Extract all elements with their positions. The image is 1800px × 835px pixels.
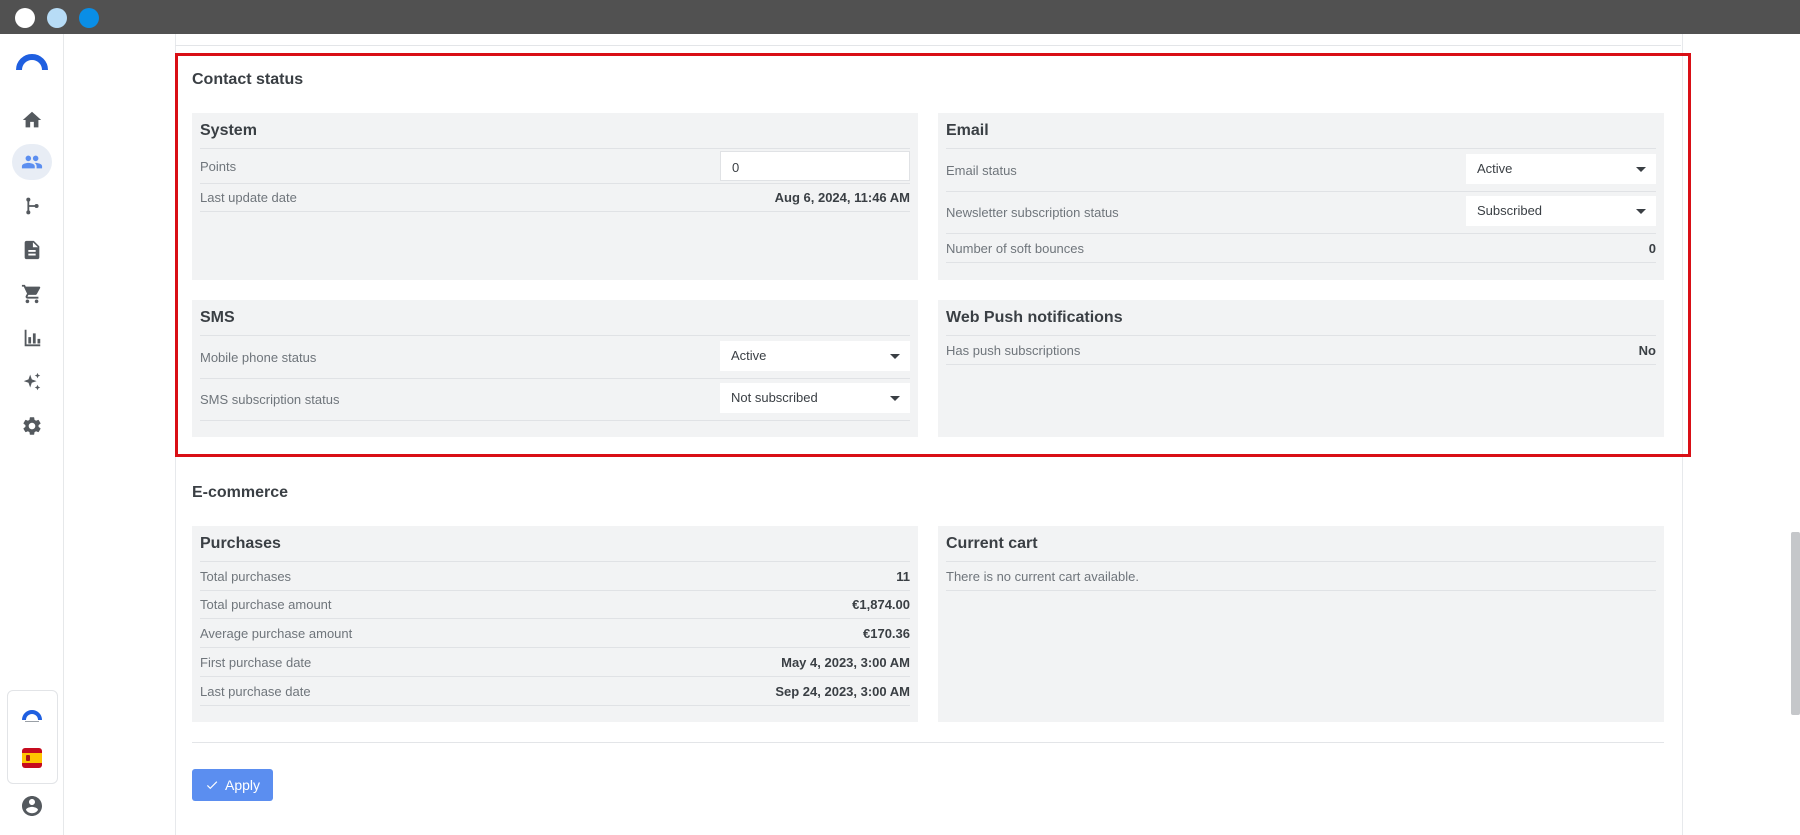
purchase-row-value: €170.36 [863, 626, 910, 641]
current-cart-panel: Current cart There is no current cart av… [938, 526, 1664, 722]
check-icon [206, 781, 218, 790]
purchase-row-label: Average purchase amount [200, 626, 353, 641]
top-divider [175, 45, 1681, 46]
highlight-box [175, 53, 1691, 457]
nav-home[interactable] [12, 102, 52, 138]
purchase-row: Total purchase amount €1,874.00 [200, 590, 910, 619]
footer-divider [192, 742, 1664, 743]
reports-icon [24, 329, 41, 347]
purchase-row-value: 11 [896, 569, 910, 584]
page-scrollbar[interactable] [1791, 532, 1800, 715]
purchase-row-value: May 4, 2023, 3:00 AM [781, 655, 910, 670]
settings-icon [23, 417, 41, 435]
nav-reports[interactable] [12, 320, 52, 356]
automation-icon [26, 197, 39, 215]
apply-button[interactable]: Apply [192, 769, 273, 801]
purchase-row-label: Total purchases [200, 569, 292, 584]
ecommerce-title: E-commerce [192, 484, 289, 501]
brand-card [7, 690, 58, 784]
nav-ai[interactable] [12, 364, 52, 400]
brand-icon[interactable] [21, 707, 43, 723]
purchases-panel-title: Purchases [200, 535, 281, 552]
nav-settings[interactable] [12, 408, 52, 444]
sidebar [0, 34, 64, 835]
purchase-row-label: Last purchase date [200, 684, 311, 699]
purchases-panel: Purchases Total purchases 11 Total purch… [192, 526, 918, 722]
account-icon[interactable] [20, 794, 44, 818]
cart-empty-text: There is no current cart available. [946, 569, 1139, 584]
current-cart-panel-title: Current cart [946, 535, 1038, 552]
window-minimize-button[interactable] [47, 8, 67, 28]
nav-ecommerce[interactable] [12, 276, 52, 312]
nav-automation[interactable] [12, 188, 52, 224]
spain-flag-icon[interactable] [22, 748, 42, 768]
purchase-row: Average purchase amount €170.36 [200, 619, 910, 648]
purchase-row-label: Total purchase amount [200, 597, 332, 612]
nav-documents[interactable] [12, 232, 52, 268]
window-titlebar [0, 0, 1800, 34]
purchase-row-value: Sep 24, 2023, 3:00 AM [775, 684, 910, 699]
purchase-row: First purchase date May 4, 2023, 3:00 AM [200, 648, 910, 677]
brand-logo-icon[interactable] [16, 52, 48, 72]
apply-button-label: Apply [224, 777, 261, 793]
purchase-row: Last purchase date Sep 24, 2023, 3:00 AM [200, 677, 910, 706]
window-maximize-button[interactable] [79, 8, 99, 28]
contacts-icon [21, 155, 43, 169]
purchase-row: Total purchases 11 [200, 561, 910, 591]
document-icon [24, 240, 40, 260]
purchase-row-value: €1,874.00 [852, 597, 910, 612]
purchase-row-label: First purchase date [200, 655, 312, 670]
home-icon [22, 111, 42, 128]
window-close-button[interactable] [15, 8, 35, 28]
ai-sparkles-icon [23, 372, 41, 391]
cart-empty-row: There is no current cart available. [946, 561, 1656, 591]
cart-icon [21, 284, 41, 304]
nav-contacts[interactable] [12, 144, 52, 180]
